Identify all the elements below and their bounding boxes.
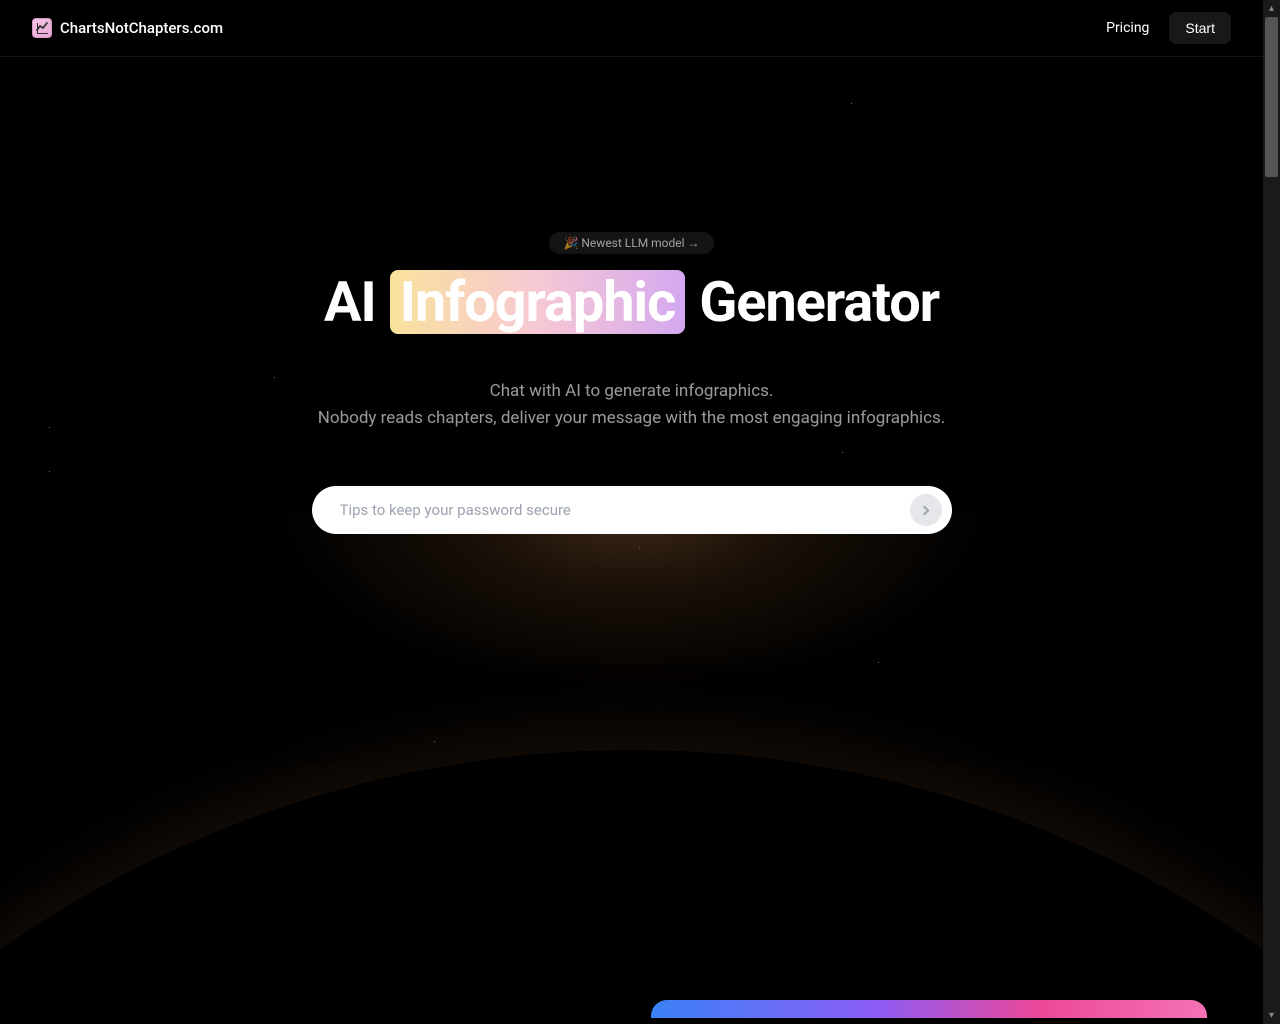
header-nav: Pricing Start	[1106, 12, 1231, 44]
hero-title: AI Infographic Generator	[324, 270, 939, 334]
prompt-box	[312, 486, 952, 534]
star-decoration	[639, 547, 640, 548]
title-part-1: AI	[324, 274, 376, 330]
scroll-down-icon[interactable]: ▾	[1263, 1007, 1280, 1024]
submit-button[interactable]	[910, 494, 942, 526]
start-button[interactable]: Start	[1169, 12, 1231, 44]
title-part-2: Generator	[699, 274, 939, 330]
subtitle-line-2: Nobody reads chapters, deliver your mess…	[318, 405, 945, 432]
star-decoration	[878, 662, 879, 663]
hero-subtitle: Chat with AI to generate infographics. N…	[318, 378, 945, 432]
star-decoration	[749, 794, 750, 795]
title-highlight: Infographic	[390, 270, 686, 334]
hero-section: 🎉 Newest LLM model → AI Infographic Gene…	[0, 57, 1263, 534]
subtitle-line-1: Chat with AI to generate infographics.	[318, 378, 945, 405]
horizon-decoration	[0, 510, 1263, 1024]
bottom-gradient-bar	[651, 1000, 1207, 1018]
brand-group[interactable]: ChartsNotChapters.com	[32, 18, 223, 38]
star-decoration	[434, 741, 435, 742]
logo-icon	[32, 18, 52, 38]
scrollbar[interactable]: ▴ ▾	[1263, 0, 1280, 1024]
chevron-right-icon	[920, 505, 930, 515]
site-header: ChartsNotChapters.com Pricing Start	[0, 0, 1263, 57]
scroll-up-icon[interactable]: ▴	[1263, 0, 1280, 17]
prompt-input[interactable]	[340, 501, 910, 519]
pricing-link[interactable]: Pricing	[1106, 20, 1149, 36]
brand-text: ChartsNotChapters.com	[60, 19, 223, 37]
scrollbar-thumb[interactable]	[1265, 17, 1278, 177]
announcement-badge[interactable]: 🎉 Newest LLM model →	[549, 232, 713, 254]
